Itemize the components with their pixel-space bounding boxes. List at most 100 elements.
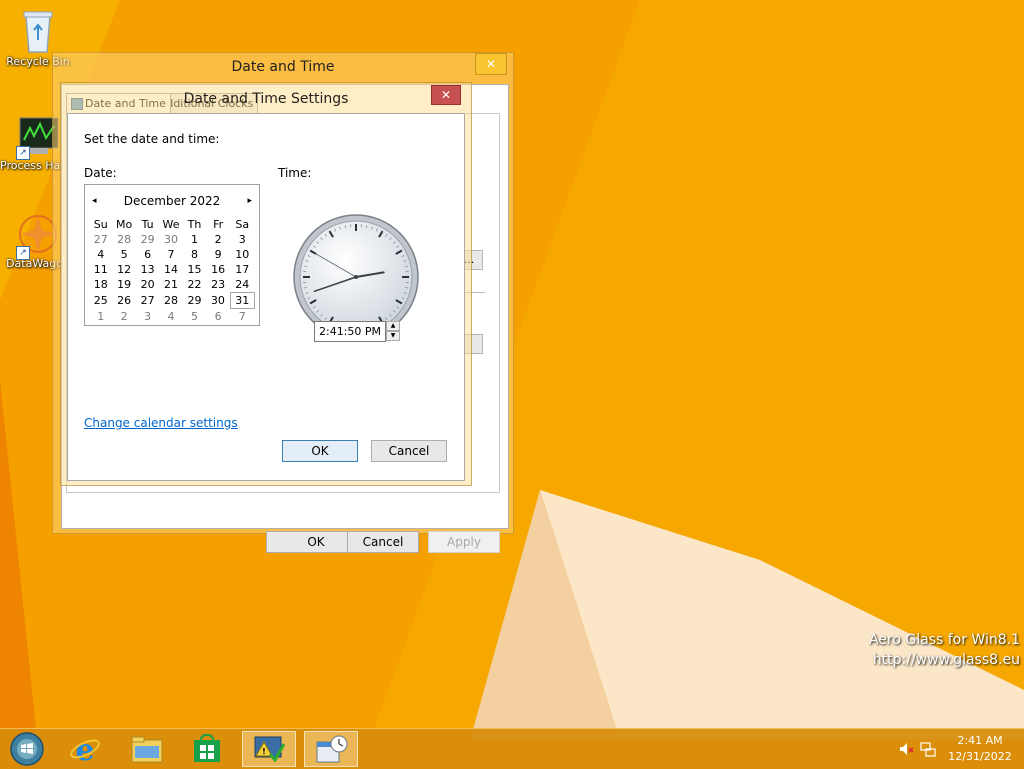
calendar-day[interactable]: 25 <box>89 293 112 309</box>
calendar-day[interactable]: 17 <box>230 262 254 277</box>
shortcut-arrow-icon: ↗ <box>16 246 30 260</box>
control-panel-icon: ! <box>252 734 286 764</box>
calendar-day[interactable]: 29 <box>136 232 159 247</box>
taskbar: e ! <box>0 728 1024 769</box>
apply-button: Apply <box>428 531 500 553</box>
spin-down-button[interactable]: ▼ <box>386 331 400 341</box>
calendar-day[interactable]: 14 <box>159 262 182 277</box>
calendar-day[interactable]: 4 <box>89 247 112 262</box>
internet-explorer-icon: e <box>68 732 102 766</box>
calendar-day[interactable]: 10 <box>230 247 254 262</box>
calendar-day[interactable]: 8 <box>183 247 206 262</box>
calendar-day[interactable]: 2 <box>112 309 135 325</box>
speaker-muted-icon[interactable] <box>898 741 914 757</box>
calendar-day[interactable]: 4 <box>159 309 182 325</box>
calendar-grid: Su Mo Tu We Th Fr Sa 2728293012345678910… <box>89 217 255 324</box>
calendar-week-row: 45678910 <box>89 247 255 262</box>
taskbar-clock[interactable]: 2:41 AM 12/31/2022 <box>946 733 1014 765</box>
calendar-day[interactable]: 27 <box>89 232 112 247</box>
start-orb-icon <box>9 731 45 767</box>
calendar-day[interactable]: 1 <box>183 232 206 247</box>
dialog-cancel-button[interactable]: Cancel <box>371 440 447 462</box>
dialog-close-button[interactable]: ✕ <box>431 85 461 105</box>
weekday-header: We <box>159 217 182 232</box>
calendar-day[interactable]: 12 <box>112 262 135 277</box>
calendar-day[interactable]: 26 <box>112 293 135 309</box>
calendar-week-row: 18192021222324 <box>89 277 255 293</box>
time-spinner: ▲ ▼ <box>386 321 400 340</box>
instruction-text: Set the date and time: <box>84 132 219 146</box>
calendar-day[interactable]: 27 <box>136 293 159 309</box>
taskbar-date: 12/31/2022 <box>946 749 1014 765</box>
calendar-day[interactable]: 30 <box>206 293 230 309</box>
taskbar-internet-explorer[interactable]: e <box>58 731 112 767</box>
calendar-day[interactable]: 30 <box>159 232 182 247</box>
taskbar-date-time[interactable] <box>304 731 358 767</box>
calendar-day[interactable]: 2 <box>206 232 230 247</box>
calendar-day[interactable]: 13 <box>136 262 159 277</box>
date-label: Date: <box>84 166 117 180</box>
calendar-day[interactable]: 9 <box>206 247 230 262</box>
calendar-day[interactable]: 7 <box>230 309 254 325</box>
calendar-day[interactable]: 28 <box>159 293 182 309</box>
calendar-week-row: 11121314151617 <box>89 262 255 277</box>
aero-glass-watermark: Aero Glass for Win8.1 http://www.glass8.… <box>869 630 1020 670</box>
calendar-day[interactable]: 28 <box>112 232 135 247</box>
network-icon[interactable] <box>920 741 936 757</box>
cancel-button[interactable]: Cancel <box>347 531 419 553</box>
date-and-time-settings-dialog: Date and Time Settings ✕ Set the date an… <box>60 82 472 486</box>
calendar-day[interactable]: 29 <box>183 293 206 309</box>
calendar-week-row: 1234567 <box>89 309 255 325</box>
close-button[interactable]: ✕ <box>475 53 507 75</box>
taskbar-file-explorer[interactable] <box>120 731 174 767</box>
previous-month-button[interactable]: ◂ <box>92 195 97 207</box>
calendar-week-row: 27282930123 <box>89 232 255 247</box>
time-input[interactable]: 2:41:50 PM <box>314 321 386 342</box>
calendar: ◂ December 2022 ▸ Su Mo Tu We Th Fr Sa 2… <box>84 184 260 326</box>
taskbar-store[interactable] <box>180 731 234 767</box>
calendar-day[interactable]: 16 <box>206 262 230 277</box>
calendar-day[interactable]: 6 <box>206 309 230 325</box>
calendar-day[interactable]: 3 <box>136 309 159 325</box>
calendar-day[interactable]: 15 <box>183 262 206 277</box>
calendar-month-year[interactable]: December 2022 <box>111 194 233 208</box>
calendar-days: 2728293012345678910111213141516171819202… <box>89 232 255 324</box>
spin-up-button[interactable]: ▲ <box>386 321 400 331</box>
calendar-day[interactable]: 23 <box>206 277 230 293</box>
svg-text:!: ! <box>262 747 266 756</box>
watermark-line-1: Aero Glass for Win8.1 <box>869 630 1020 650</box>
shortcut-arrow-icon: ↗ <box>16 146 30 160</box>
weekday-header: Tu <box>136 217 159 232</box>
weekday-header: Sa <box>230 217 254 232</box>
calendar-day[interactable]: 3 <box>230 232 254 247</box>
recycle-bin-icon-graphic <box>20 6 56 54</box>
start-button[interactable] <box>0 731 54 767</box>
weekday-header: Mo <box>112 217 135 232</box>
watermark-line-2: http://www.glass8.eu <box>869 650 1020 670</box>
calendar-day[interactable]: 22 <box>183 277 206 293</box>
store-icon <box>192 734 222 764</box>
taskbar-control-panel[interactable]: ! <box>242 731 296 767</box>
calendar-day[interactable]: 21 <box>159 277 182 293</box>
dialog-ok-button[interactable]: OK <box>282 440 358 462</box>
calendar-day[interactable]: 5 <box>183 309 206 325</box>
next-month-button[interactable]: ▸ <box>247 195 252 207</box>
calendar-day[interactable]: 7 <box>159 247 182 262</box>
time-label: Time: <box>278 166 311 180</box>
dialog-body: Set the date and time: Date: Time: ◂ Dec… <box>67 113 465 481</box>
change-calendar-settings-link[interactable]: Change calendar settings <box>84 416 238 430</box>
weekday-header: Su <box>89 217 112 232</box>
calendar-day[interactable]: 11 <box>89 262 112 277</box>
calendar-day[interactable]: 20 <box>136 277 159 293</box>
calendar-day[interactable]: 5 <box>112 247 135 262</box>
calendar-week-row: 25262728293031 <box>89 293 255 309</box>
weekday-header-row: Su Mo Tu We Th Fr Sa <box>89 217 255 232</box>
taskbar-time: 2:41 AM <box>946 733 1014 749</box>
calendar-day[interactable]: 19 <box>112 277 135 293</box>
calendar-day[interactable]: 18 <box>89 277 112 293</box>
calendar-day[interactable]: 31 <box>230 293 254 309</box>
calendar-day[interactable]: 1 <box>89 309 112 325</box>
svg-text:e: e <box>75 733 94 766</box>
calendar-day[interactable]: 6 <box>136 247 159 262</box>
calendar-day[interactable]: 24 <box>230 277 254 293</box>
